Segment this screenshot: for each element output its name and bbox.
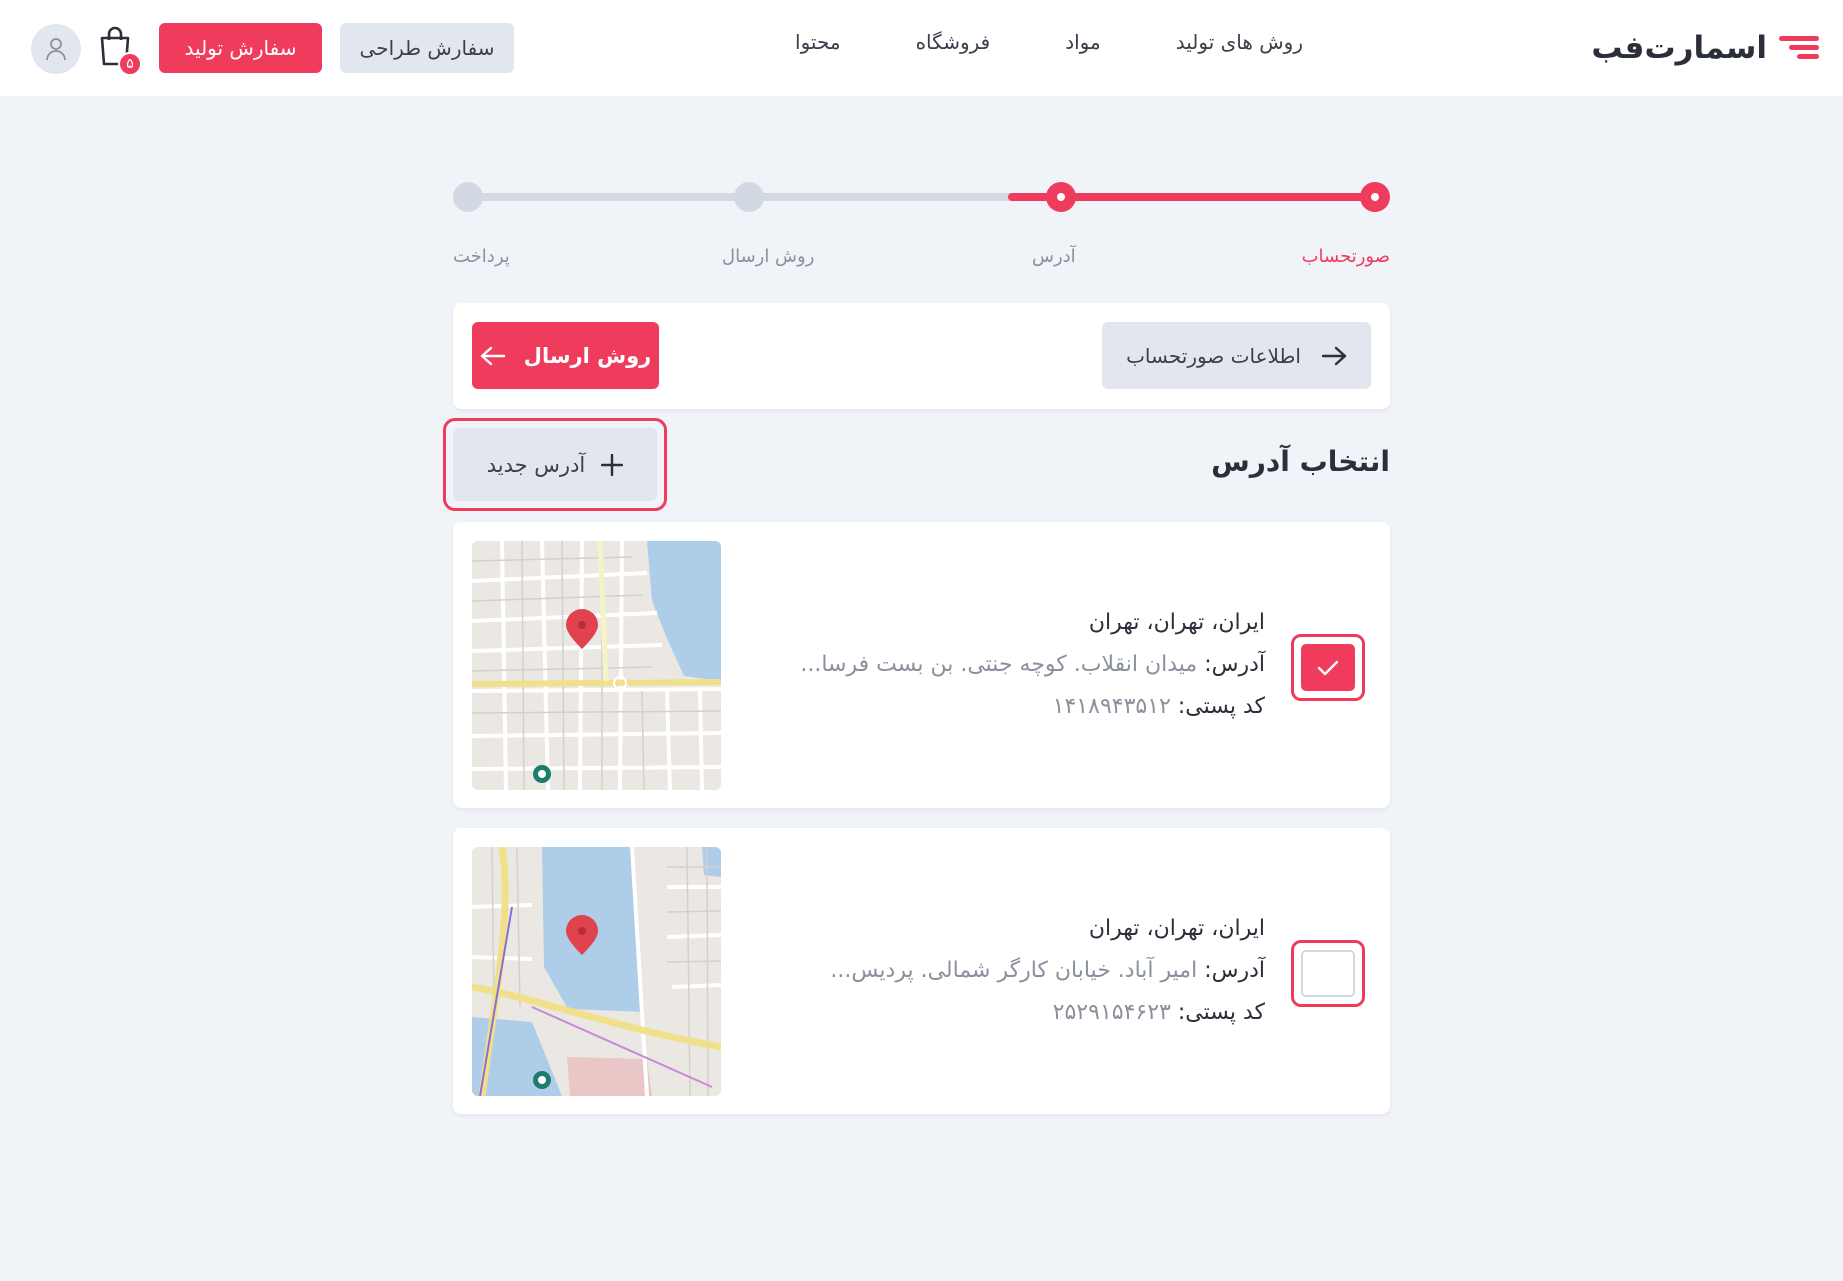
address-card-2[interactable]: ایران، تهران، تهران آدرس: امیر آباد. خیا… bbox=[453, 828, 1390, 1114]
checkout-stepper bbox=[453, 180, 1390, 214]
nav-materials[interactable]: مواد bbox=[1065, 30, 1101, 54]
address-text-2: ایران، تهران، تهران آدرس: امیر آباد. خیا… bbox=[830, 908, 1265, 1034]
back-to-invoice-button[interactable]: اطلاعات صورتحساب bbox=[1102, 322, 1371, 389]
production-order-button[interactable]: سفارش تولید bbox=[159, 23, 322, 73]
check-icon bbox=[1317, 660, 1339, 675]
top-header: اسمارت‌فب روش های تولید مواد فروشگاه محت… bbox=[0, 0, 1843, 96]
logo-mark-icon bbox=[1775, 30, 1819, 66]
map-thumbnail-2 bbox=[472, 847, 721, 1096]
user-avatar[interactable] bbox=[31, 24, 81, 74]
step-dot-invoice bbox=[1360, 182, 1390, 212]
address-line: آدرس: میدان انقلاب. کوچه جنتی. بن بست فر… bbox=[800, 644, 1265, 686]
step-dot-payment bbox=[453, 182, 483, 212]
arrow-left-icon bbox=[480, 346, 505, 365]
nav-production-methods[interactable]: روش های تولید bbox=[1176, 30, 1303, 54]
new-address-label: آدرس جدید bbox=[486, 452, 586, 477]
checkbox-unchecked bbox=[1301, 950, 1355, 997]
cart-button[interactable]: ۵ bbox=[98, 26, 142, 76]
step-label-address: آدرس bbox=[1032, 246, 1076, 267]
nav-content[interactable]: محتوا bbox=[795, 30, 841, 54]
next-shipping-button[interactable]: روش ارسال bbox=[472, 322, 659, 389]
nav-shop[interactable]: فروشگاه bbox=[916, 30, 991, 54]
address-label: آدرس: bbox=[1204, 958, 1265, 983]
step-label-shipping: روش ارسال bbox=[722, 246, 815, 267]
plus-icon bbox=[601, 453, 624, 476]
postal-label: کد پستی: bbox=[1177, 694, 1265, 719]
postal-label: کد پستی: bbox=[1177, 1000, 1265, 1025]
postal-line: کد پستی: ۱۴۱۸۹۴۳۵۱۲ bbox=[800, 686, 1265, 728]
address-checkbox-2[interactable] bbox=[1291, 940, 1365, 1007]
step-label-payment: پرداخت bbox=[453, 246, 510, 267]
user-icon bbox=[46, 38, 66, 61]
step-dot-address bbox=[1046, 182, 1076, 212]
map-thumbnail-1 bbox=[472, 541, 721, 790]
postal-value: ۱۴۱۸۹۴۳۵۱۲ bbox=[1052, 694, 1171, 719]
back-button-label: اطلاعات صورتحساب bbox=[1126, 343, 1301, 368]
checkbox-checked bbox=[1301, 644, 1355, 691]
logo[interactable]: اسمارت‌فب bbox=[1591, 26, 1819, 70]
logo-text: اسمارت‌فب bbox=[1591, 30, 1767, 66]
next-button-label: روش ارسال bbox=[523, 343, 652, 368]
address-line: آدرس: امیر آباد. خیابان کارگر شمالی. پرد… bbox=[830, 950, 1265, 992]
arrow-right-icon bbox=[1321, 346, 1347, 365]
address-value: امیر آباد. خیابان کارگر شمالی. پردیس... bbox=[830, 958, 1198, 983]
address-map-1 bbox=[472, 541, 721, 790]
address-map-2 bbox=[472, 847, 721, 1096]
address-city: ایران، تهران، تهران bbox=[1088, 610, 1265, 635]
main-nav: روش های تولید مواد فروشگاه محتوا bbox=[795, 30, 1303, 54]
address-checkbox-1[interactable] bbox=[1291, 634, 1365, 701]
address-text-1: ایران، تهران، تهران آدرس: میدان انقلاب. … bbox=[800, 602, 1265, 728]
select-address-title: انتخاب آدرس bbox=[1211, 445, 1390, 478]
step-label-invoice: صورتحساب bbox=[1301, 246, 1390, 267]
postal-line: کد پستی: ۲۵۲۹۱۵۴۶۲۳ bbox=[830, 992, 1265, 1034]
step-dot-shipping bbox=[734, 182, 764, 212]
postal-value: ۲۵۲۹۱۵۴۶۲۳ bbox=[1052, 1000, 1171, 1025]
address-card-1[interactable]: ایران، تهران، تهران آدرس: میدان انقلاب. … bbox=[453, 522, 1390, 808]
new-address-button-inner: آدرس جدید bbox=[453, 428, 657, 501]
address-city: ایران، تهران، تهران bbox=[1088, 916, 1265, 941]
cart-count-badge: ۵ bbox=[118, 52, 142, 76]
step-navigation-card: اطلاعات صورتحساب روش ارسال bbox=[453, 303, 1390, 409]
address-label: آدرس: bbox=[1204, 652, 1265, 677]
design-order-button[interactable]: سفارش طراحی bbox=[340, 23, 514, 73]
new-address-button[interactable]: آدرس جدید bbox=[443, 418, 667, 511]
address-value: میدان انقلاب. کوچه جنتی. بن بست فرسا... bbox=[800, 652, 1198, 677]
